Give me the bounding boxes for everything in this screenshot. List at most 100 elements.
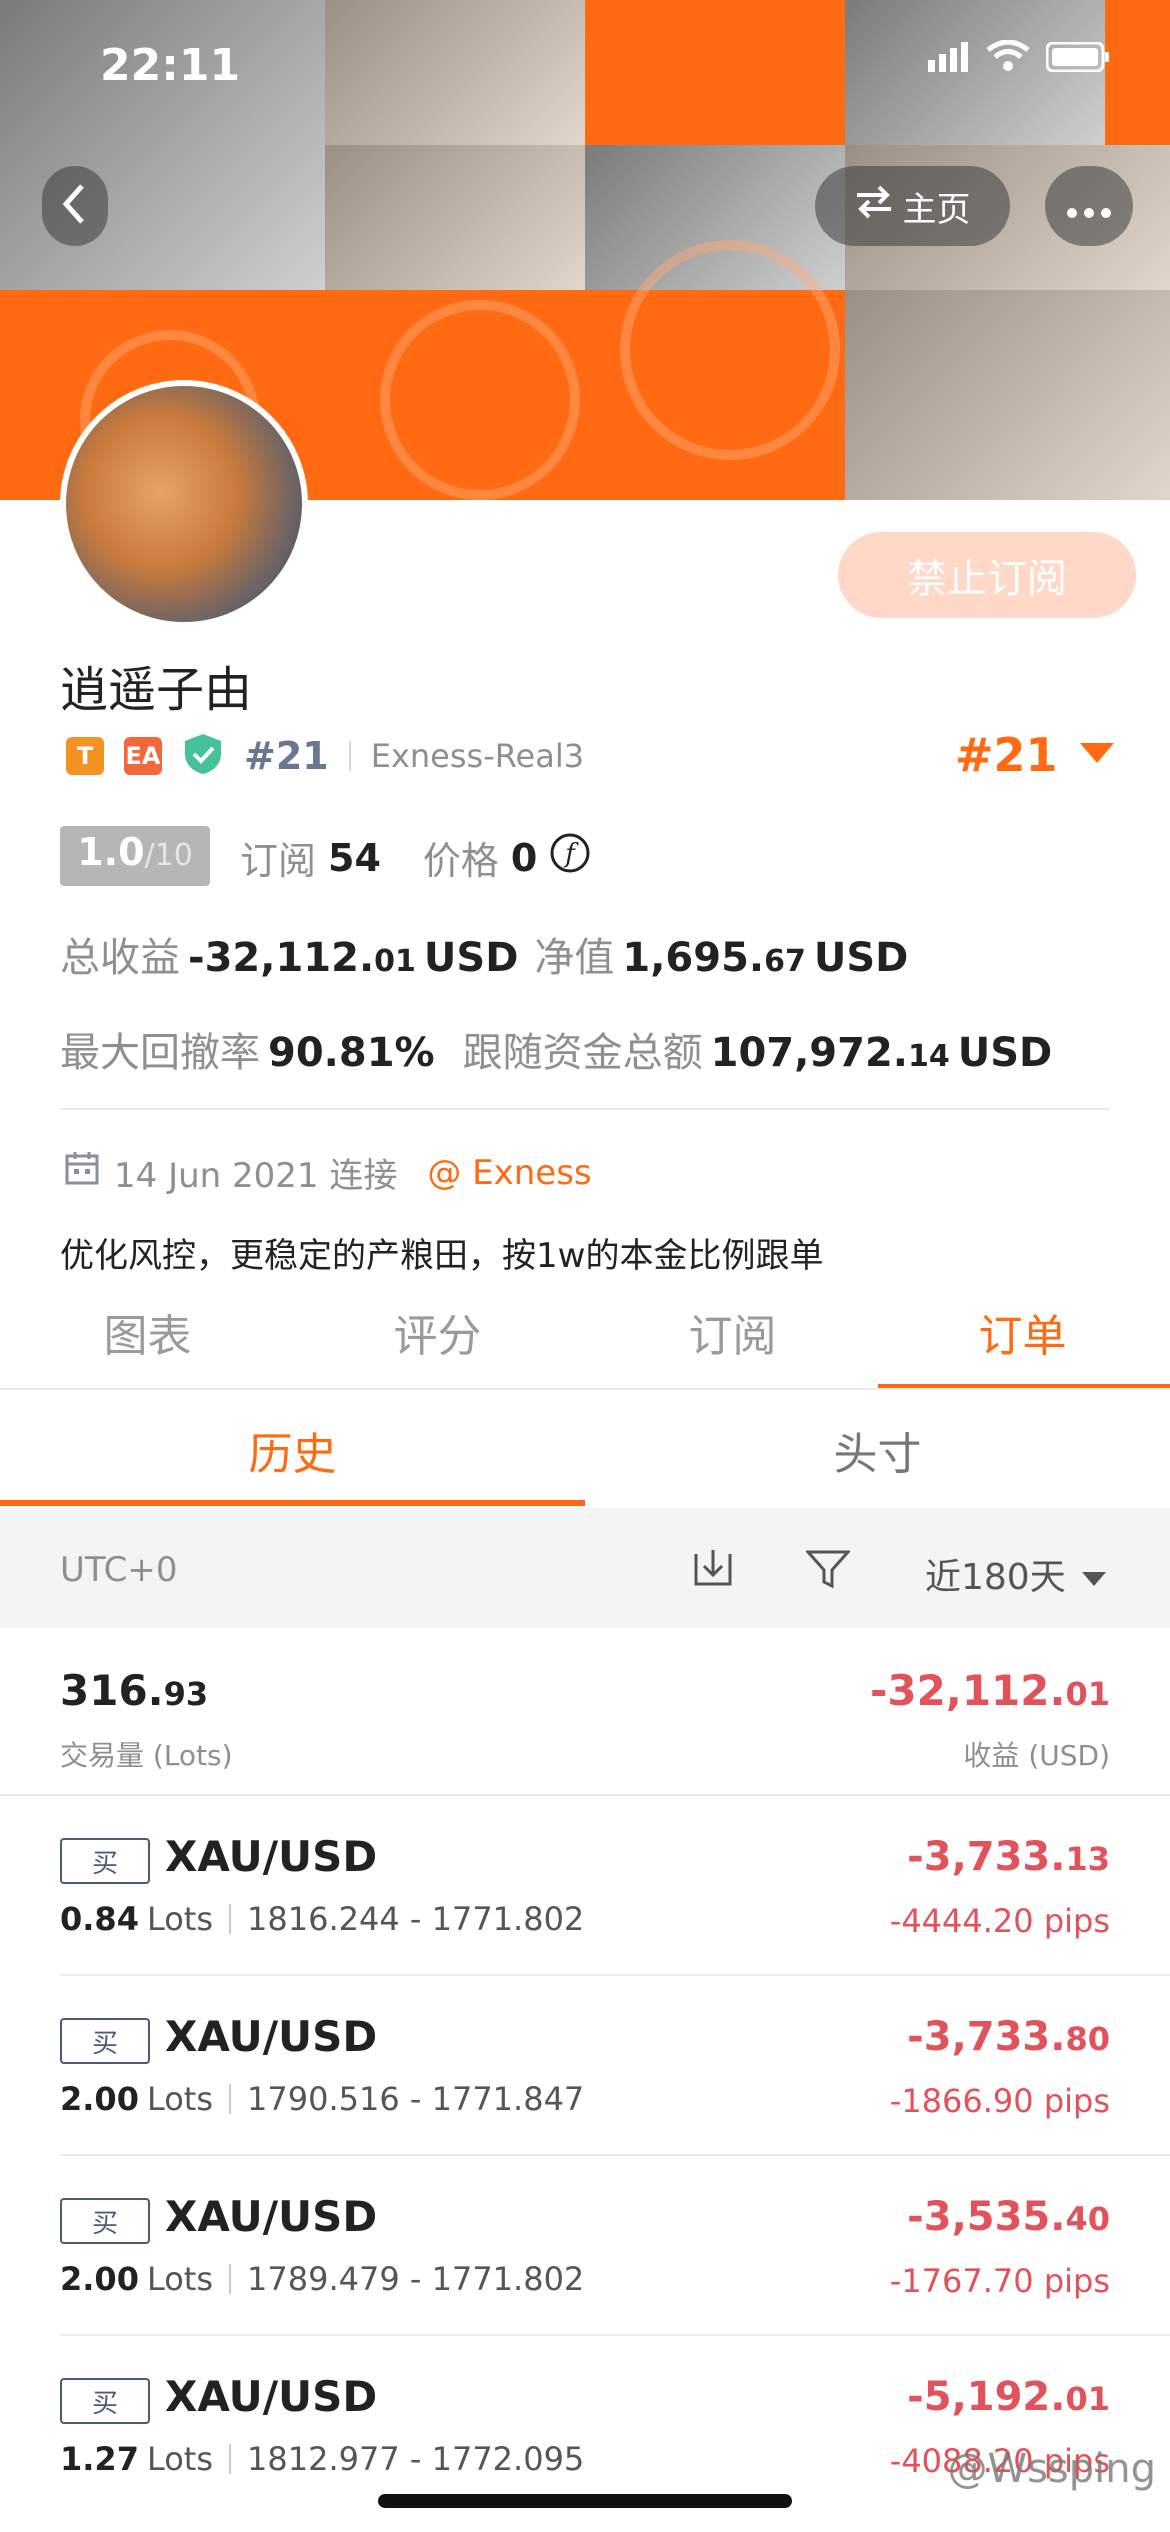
order-lots: 1.27 [60, 2440, 139, 2478]
max-drawdown-value: 90.81% [268, 1030, 435, 1076]
total-profit-dec: 01 [374, 944, 416, 979]
rating-badge: 1.0 /10 [60, 826, 210, 886]
orders-list: 买 XAU/USD 0.84 Lots 1816.244 - 1771.802 … [0, 1796, 1170, 2516]
tab-subscriptions[interactable]: 订阅 [585, 1300, 880, 1364]
order-profit: -3,733. 13 [907, 1834, 1110, 1880]
avatar[interactable] [60, 380, 308, 628]
order-prices: 1812.977 - 1772.095 [247, 2440, 585, 2478]
summary-profit-int: -32,112. [870, 1666, 1066, 1715]
order-row[interactable]: 买 XAU/USD 2.00 Lots 1790.516 - 1771.847 … [0, 1976, 1170, 2156]
home-button[interactable]: 主页 [815, 166, 1010, 246]
price-value: 0 [510, 835, 538, 880]
tab-orders[interactable]: 订单 [875, 1300, 1170, 1364]
server-name: Exness-Real3 [370, 737, 585, 775]
order-profit-int: -3,733. [907, 1834, 1066, 1880]
order-row[interactable]: 买 XAU/USD 0.84 Lots 1816.244 - 1771.802 … [0, 1796, 1170, 1976]
more-dots-icon [1066, 183, 1112, 229]
equity-dec: 67 [764, 944, 806, 979]
equity-label: 净值 [534, 935, 615, 981]
separator [229, 2444, 232, 2474]
follow-funds-dec: 14 [908, 1039, 950, 1074]
separator [229, 2084, 232, 2114]
equity-unit: USD [813, 935, 909, 981]
rating-max: /10 [144, 838, 193, 873]
subscriptions-label: 订阅 [240, 839, 317, 883]
battery-icon [1045, 40, 1110, 81]
broker-link[interactable]: @ Exness [427, 1153, 591, 1193]
badge-t: T [66, 737, 104, 775]
status-time: 22:11 [100, 40, 241, 91]
connected-date: 14 Jun 2021 连接 [114, 1156, 398, 1196]
order-prices: 1789.479 - 1771.802 [247, 2260, 585, 2298]
calendar-icon [64, 1150, 100, 1195]
total-profit-unit: USD [423, 935, 519, 981]
swap-icon [855, 185, 893, 228]
separator [348, 741, 351, 771]
badges-row: T EA #21 Exness-Real3 [66, 732, 584, 780]
subtab-indicator [0, 1500, 585, 1506]
filter-icon [804, 1550, 852, 1594]
currency-icon: f [549, 832, 591, 883]
order-details: 2.00 Lots 1789.479 - 1771.802 [60, 2260, 584, 2298]
tab-chart[interactable]: 图表 [0, 1300, 295, 1364]
total-profit-label: 总收益 [60, 935, 180, 981]
max-drawdown-label: 最大回撤率 [60, 1030, 260, 1076]
tab-rating[interactable]: 评分 [290, 1300, 585, 1364]
order-lots: 2.00 [60, 2260, 139, 2298]
order-profit-dec: 13 [1065, 1840, 1110, 1878]
range-dropdown[interactable]: 近180天 [925, 1548, 1106, 1600]
summary-profit-dec: 01 [1065, 1675, 1110, 1713]
order-row[interactable]: 买 XAU/USD 2.00 Lots 1789.479 - 1771.802 … [0, 2156, 1170, 2336]
back-button[interactable] [42, 166, 108, 246]
signal-icon [928, 40, 970, 81]
banner-pattern [380, 300, 580, 500]
wifi-icon [986, 39, 1030, 81]
divider [60, 1108, 1110, 1110]
banner-photo [325, 145, 585, 290]
home-indicator[interactable] [378, 2494, 792, 2508]
banner-photo [845, 290, 1170, 500]
subscriptions-value: 54 [328, 835, 381, 880]
range-label: 近180天 [925, 1557, 1066, 1598]
order-lots: 2.00 [60, 2080, 139, 2118]
follow-funds-int: 107,972. [710, 1030, 908, 1076]
buy-tag: 买 [60, 1838, 150, 1884]
order-lots-unit: Lots [146, 2440, 214, 2478]
price-label: 价格 [422, 839, 499, 883]
watermark: @Wssping [947, 2446, 1156, 2492]
volume-dec: 93 [163, 1675, 209, 1713]
order-profit: -3,535. 40 [907, 2194, 1110, 2240]
rating-value: 1.0 [77, 830, 145, 874]
order-symbol: XAU/USD [165, 2012, 378, 2061]
order-profit: -5,192. 01 [907, 2374, 1110, 2420]
order-pips: -1767.70 pips [889, 2262, 1110, 2300]
order-profit-dec: 80 [1065, 2020, 1110, 2058]
verified-shield-icon [182, 732, 224, 780]
divider [0, 1388, 1170, 1390]
status-icons [928, 39, 1110, 81]
rank-right: #21 [955, 728, 1058, 782]
order-lots: 0.84 [60, 1900, 139, 1938]
trader-name: 逍遥子由 [60, 662, 253, 718]
banner-photo [325, 0, 585, 145]
subtab-history[interactable]: 历史 [0, 1418, 585, 1482]
rank-label: #21 [244, 734, 329, 778]
summary-profit-label: 收益 (USD) [963, 1739, 1110, 1772]
order-profit-int: -3,733. [907, 2014, 1066, 2060]
connected-row: 14 Jun 2021 连接 @ Exness [64, 1148, 592, 1197]
order-lots-unit: Lots [146, 1900, 214, 1938]
filter-button[interactable] [804, 1548, 852, 1594]
subtab-positions[interactable]: 头寸 [585, 1418, 1170, 1482]
order-profit-int: -3,535. [907, 2194, 1066, 2240]
rank-dropdown[interactable]: #21 [955, 728, 1114, 782]
banner-pattern [620, 240, 840, 460]
subscribe-button[interactable]: 禁止订阅 [838, 532, 1136, 618]
download-button[interactable] [692, 1546, 734, 1592]
order-profit-int: -5,192. [907, 2374, 1066, 2420]
separator [229, 1904, 232, 1934]
follow-funds-unit: USD [957, 1030, 1053, 1076]
follow-funds-label: 跟随资金总额 [462, 1030, 703, 1076]
more-button[interactable] [1045, 166, 1133, 246]
order-symbol: XAU/USD [165, 2192, 378, 2241]
total-profit-int: -32,112. [188, 935, 375, 981]
